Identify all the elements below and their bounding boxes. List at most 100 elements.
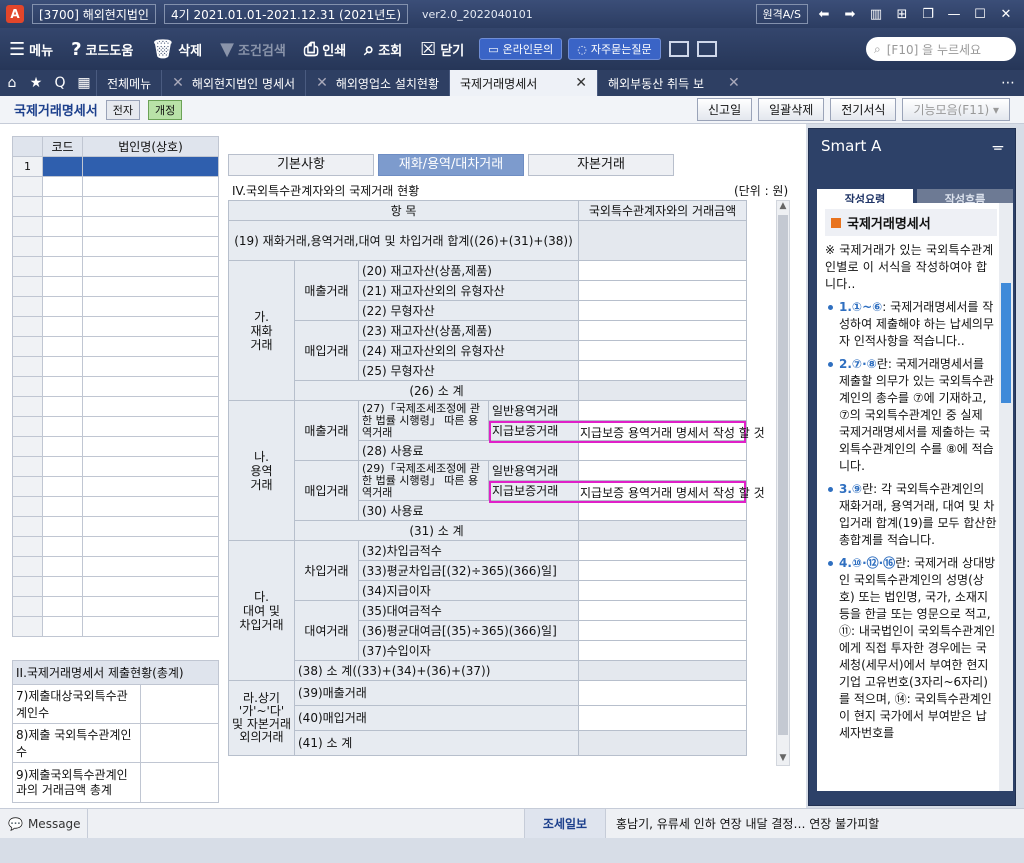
news-ticker[interactable]: 홍남기, 유류세 인하 연장 내달 결정… 연장 불가피할 bbox=[616, 815, 879, 832]
summary-r7-value[interactable] bbox=[140, 684, 219, 724]
row32-input[interactable] bbox=[578, 540, 748, 561]
company-selector[interactable]: [3700] 해외현지법인 bbox=[32, 4, 156, 24]
row27-general-input[interactable] bbox=[578, 400, 748, 421]
row36-input[interactable] bbox=[578, 620, 748, 641]
row20-input[interactable] bbox=[578, 260, 748, 281]
table-row[interactable] bbox=[12, 476, 219, 497]
table-row[interactable] bbox=[12, 276, 219, 297]
form-scrollbar[interactable]: ▲ ▼ bbox=[776, 200, 790, 766]
menu-search-input[interactable]: ⌕ [F10] 을 누르세요 bbox=[866, 37, 1016, 61]
tab-goods-services-loans[interactable]: 재화/용역/대차거래 bbox=[378, 154, 524, 176]
minimize-icon[interactable]: — bbox=[944, 7, 964, 22]
maximize-icon[interactable]: ☐ bbox=[970, 7, 990, 22]
layout2-icon[interactable] bbox=[696, 41, 717, 57]
online-inquiry-button[interactable]: ▭ 온라인문의 bbox=[479, 38, 563, 60]
row24-input[interactable] bbox=[578, 340, 748, 361]
summary-r9-value[interactable] bbox=[140, 762, 219, 803]
function-menu-button[interactable]: 기능모음(F11) ▾ bbox=[902, 98, 1010, 121]
report-date-button[interactable]: 신고일 bbox=[696, 98, 753, 121]
table-row[interactable] bbox=[12, 316, 219, 337]
tab-capital[interactable]: 자본거래 bbox=[528, 154, 674, 176]
row29-general-input[interactable] bbox=[578, 460, 748, 481]
tab-close-icon[interactable]: ✕ bbox=[316, 75, 328, 91]
row39-input[interactable] bbox=[578, 680, 748, 706]
table-row[interactable] bbox=[12, 376, 219, 397]
table-row[interactable] bbox=[12, 176, 219, 197]
tab-close-icon[interactable]: ✕ bbox=[728, 75, 740, 91]
close-window-icon[interactable]: ✕ bbox=[996, 7, 1016, 22]
calendar-icon[interactable]: ▦ bbox=[72, 70, 96, 96]
table-row[interactable] bbox=[12, 216, 219, 237]
tab-all-menu[interactable]: 전체메뉴 bbox=[96, 70, 161, 96]
more-tabs-icon[interactable]: ⋯ bbox=[992, 70, 1024, 96]
delete-all-button[interactable]: 일괄삭제 bbox=[758, 98, 825, 121]
table-row[interactable] bbox=[12, 516, 219, 537]
guide-scroll-thumb[interactable] bbox=[1001, 283, 1011, 403]
forward-arrow-icon[interactable]: ➡ bbox=[840, 7, 860, 22]
row28-input[interactable] bbox=[578, 440, 748, 461]
guide-scrollbar[interactable] bbox=[999, 203, 1013, 791]
star-icon[interactable]: ★ bbox=[24, 70, 48, 96]
scroll-up-icon[interactable]: ▲ bbox=[777, 201, 789, 213]
scroll-down-icon[interactable]: ▼ bbox=[777, 753, 789, 765]
row33-input[interactable] bbox=[578, 560, 748, 581]
lookup-button[interactable]: ⌕ 조회 bbox=[355, 28, 411, 70]
filter-button[interactable]: ▼ 조건검색 bbox=[211, 28, 295, 70]
row40-input[interactable] bbox=[578, 705, 748, 731]
menu-button[interactable]: ☰ 메뉴 bbox=[0, 28, 62, 70]
layout1-icon[interactable] bbox=[668, 41, 689, 57]
table-row[interactable] bbox=[12, 616, 219, 637]
row22-input[interactable] bbox=[578, 300, 748, 321]
summary-r8-value[interactable] bbox=[140, 723, 219, 763]
tab-overseas-branch[interactable]: ✕ 해외영업소 설치현황 bbox=[305, 70, 449, 96]
row30-input[interactable] bbox=[578, 500, 748, 521]
tab-close-icon[interactable]: ✕ bbox=[172, 75, 184, 91]
period-selector[interactable]: 4기 2021.01.01-2021.12.31 (2021년도) bbox=[163, 4, 408, 24]
table-row[interactable] bbox=[12, 596, 219, 617]
window-icon[interactable]: ❐ bbox=[918, 7, 938, 22]
electronic-form-button[interactable]: 전기서식 bbox=[830, 98, 897, 121]
table-row[interactable] bbox=[12, 436, 219, 457]
tab-overseas-subsidiary[interactable]: ✕ 해외현지법인 명세서 bbox=[161, 70, 305, 96]
table-row[interactable] bbox=[12, 416, 219, 437]
table-row[interactable] bbox=[12, 336, 219, 357]
row37-input[interactable] bbox=[578, 640, 748, 661]
row25-input[interactable] bbox=[578, 360, 748, 381]
row34-input[interactable] bbox=[578, 580, 748, 601]
table-row[interactable] bbox=[12, 296, 219, 317]
delete-button[interactable]: 🗑 삭제 bbox=[142, 28, 211, 70]
row21-input[interactable] bbox=[578, 280, 748, 301]
home-icon[interactable]: ⌂ bbox=[0, 70, 24, 96]
scroll-thumb[interactable] bbox=[778, 215, 788, 735]
message-button[interactable]: 💬 Message bbox=[0, 809, 88, 838]
tab-close-icon[interactable]: ✕ bbox=[575, 75, 587, 91]
table-row[interactable]: 1 bbox=[12, 156, 219, 177]
book-icon[interactable]: ▥ bbox=[866, 7, 886, 22]
print-button[interactable]: ⎙ 인쇄 bbox=[295, 28, 355, 70]
table-row[interactable] bbox=[12, 256, 219, 277]
table-row[interactable] bbox=[12, 356, 219, 377]
tab-basic[interactable]: 기본사항 bbox=[228, 154, 374, 176]
table-row[interactable] bbox=[12, 196, 219, 217]
quick-search-icon[interactable]: Q bbox=[48, 70, 72, 96]
table-row[interactable] bbox=[12, 556, 219, 577]
close-button[interactable]: ☒ 닫기 bbox=[411, 28, 473, 70]
table-row[interactable] bbox=[12, 396, 219, 417]
table-row[interactable] bbox=[12, 536, 219, 557]
remote-support-button[interactable]: 원격A/S bbox=[755, 4, 808, 24]
back-arrow-icon[interactable]: ⬅ bbox=[814, 7, 834, 22]
table-row[interactable] bbox=[12, 236, 219, 257]
table-row[interactable] bbox=[12, 576, 219, 597]
codehelp-button[interactable]: ? 코드도움 bbox=[62, 28, 142, 70]
row23-input[interactable] bbox=[578, 320, 748, 341]
code-cell[interactable] bbox=[42, 156, 83, 177]
table-row[interactable] bbox=[12, 496, 219, 517]
table-row[interactable] bbox=[12, 456, 219, 477]
tab-international-transactions[interactable]: 국제거래명세서 ✕ bbox=[449, 70, 598, 96]
tab-overseas-realestate[interactable]: 해외부동산 취득 보 ✕ bbox=[597, 70, 750, 96]
pin-icon[interactable]: ᚚ bbox=[993, 137, 1003, 155]
news-source[interactable]: 조세일보 bbox=[524, 809, 606, 838]
grid-icon[interactable]: ⊞ bbox=[892, 7, 912, 22]
name-cell[interactable] bbox=[82, 156, 219, 177]
row35-input[interactable] bbox=[578, 600, 748, 621]
